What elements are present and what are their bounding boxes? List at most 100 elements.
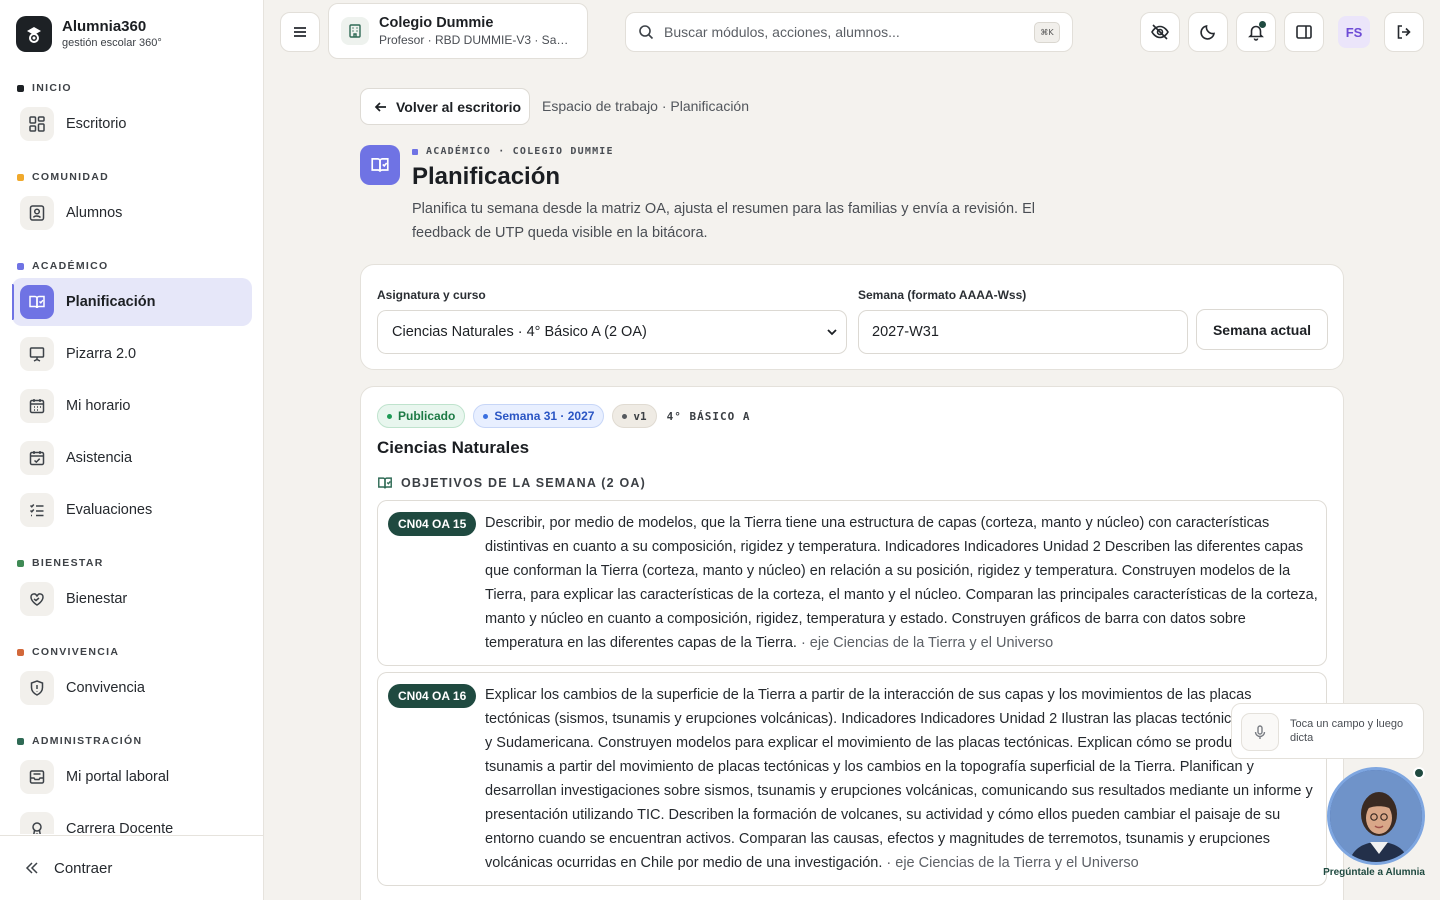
brand-tagline: gestión escolar 360° bbox=[62, 37, 162, 49]
user-avatar[interactable]: FS bbox=[1338, 16, 1370, 48]
sidebar-item-bienestar[interactable]: Bienestar bbox=[12, 575, 252, 623]
topbar: Colegio Dummie Profesor · RBD DUMMIE-V3 … bbox=[264, 0, 1440, 64]
award-icon bbox=[20, 812, 54, 834]
sidebar-panel-icon bbox=[1296, 25, 1312, 39]
shield-icon bbox=[20, 671, 54, 705]
status-label: Publicado bbox=[398, 409, 456, 423]
section-label: ACADÉMICO bbox=[32, 260, 109, 272]
brand-logo-icon bbox=[16, 16, 52, 52]
sidebar-item-label: Asistencia bbox=[66, 450, 133, 466]
objective-card[interactable]: CN04 OA 15 Describir, por medio de model… bbox=[377, 500, 1327, 666]
eyebrow-dot bbox=[412, 148, 418, 155]
sidebar-item-evaluaciones[interactable]: Evaluaciones bbox=[12, 486, 252, 534]
calendar-check-icon bbox=[20, 441, 54, 475]
objectives-heading-label: OBJETIVOS DE LA SEMANA (2 OA) bbox=[401, 476, 647, 490]
section-dot bbox=[17, 84, 24, 92]
search-input[interactable] bbox=[664, 24, 1024, 40]
sidebar-item-carrera-docente[interactable]: Carrera Docente bbox=[12, 805, 252, 834]
whiteboard-icon bbox=[20, 337, 54, 371]
assistant-label[interactable]: Pregúntale a Alumnia bbox=[1318, 867, 1430, 878]
sidebar-item-label: Pizarra 2.0 bbox=[66, 346, 137, 362]
section-dot bbox=[17, 173, 24, 181]
objective-description: Describir, por medio de modelos, que la … bbox=[485, 515, 1318, 651]
brand-name: Alumnia360 bbox=[62, 18, 147, 35]
version-label: v1 bbox=[633, 409, 647, 423]
sidebar-item-planificacion[interactable]: Planificación bbox=[12, 278, 252, 326]
sidebar-item-asistencia[interactable]: Asistencia bbox=[12, 434, 252, 482]
plan-badges: Publicado Semana 31 · 2027 v1 4° BÁSICO … bbox=[377, 404, 751, 428]
sidebar-item-convivencia[interactable]: Convivencia bbox=[12, 664, 252, 712]
subject-select[interactable]: Ciencias Naturales · 4° Básico A (2 OA) bbox=[377, 310, 847, 354]
objective-card[interactable]: CN04 OA 16 Explicar los cambios de la su… bbox=[377, 672, 1327, 886]
section-label: BIENESTAR bbox=[32, 557, 104, 569]
current-week-button[interactable]: Semana actual bbox=[1196, 309, 1328, 350]
sidebar-item-label: Alumnos bbox=[66, 205, 123, 221]
microphone-button[interactable] bbox=[1241, 713, 1279, 751]
sidebar-item-label: Mi portal laboral bbox=[66, 769, 170, 785]
chevrons-left-icon bbox=[25, 862, 38, 874]
privacy-toggle-button[interactable] bbox=[1140, 12, 1180, 52]
section-comunidad: COMUNIDAD bbox=[12, 167, 252, 187]
section-bienestar: BIENESTAR bbox=[12, 553, 252, 573]
search-icon bbox=[639, 25, 654, 40]
menu-button[interactable] bbox=[280, 12, 320, 52]
back-label: Volver al escritorio bbox=[396, 98, 522, 115]
school-switcher[interactable]: Colegio Dummie Profesor · RBD DUMMIE-V3 … bbox=[328, 3, 588, 59]
eye-off-icon bbox=[1151, 24, 1169, 40]
version-badge: v1 bbox=[612, 404, 657, 428]
oa-code-badge: CN04 OA 15 bbox=[388, 512, 477, 536]
assistant-portrait-icon bbox=[1330, 770, 1422, 862]
arrow-left-icon bbox=[374, 101, 386, 112]
microphone-icon bbox=[1254, 725, 1266, 739]
sidebar-item-escritorio[interactable]: Escritorio bbox=[12, 100, 252, 148]
sidebar-item-pizarra[interactable]: Pizarra 2.0 bbox=[12, 330, 252, 378]
assistant-avatar[interactable] bbox=[1327, 767, 1425, 865]
search-bar[interactable]: ⌘K bbox=[625, 12, 1073, 52]
section-label: COMUNIDAD bbox=[32, 171, 110, 183]
objective-text: Describir, por medio de modelos, que la … bbox=[485, 511, 1319, 655]
section-label: ADMINISTRACIÓN bbox=[32, 735, 143, 747]
sidebar-item-label: Carrera Docente bbox=[66, 821, 174, 834]
online-status-dot bbox=[1413, 767, 1425, 779]
objective-text: Explicar los cambios de la superficie de… bbox=[485, 683, 1319, 875]
notification-dot bbox=[1259, 21, 1266, 28]
sidebar-item-label: Escritorio bbox=[66, 116, 127, 132]
school-name: Colegio Dummie bbox=[379, 15, 494, 31]
back-to-desk-button[interactable]: Volver al escritorio bbox=[360, 88, 530, 125]
theme-toggle-button[interactable] bbox=[1188, 12, 1228, 52]
oa-code-badge: CN04 OA 16 bbox=[388, 684, 477, 708]
subject-title: Ciencias Naturales bbox=[377, 438, 530, 457]
book-check-icon bbox=[378, 477, 392, 489]
sidebar-item-label: Evaluaciones bbox=[66, 502, 153, 518]
collapse-sidebar-button[interactable]: Contraer bbox=[0, 835, 263, 900]
week-badge-label: Semana 31 · 2027 bbox=[494, 409, 595, 423]
checklist-icon bbox=[20, 493, 54, 527]
brand[interactable]: Alumnia360 gestión escolar 360° bbox=[16, 16, 162, 52]
objective-description: Explicar los cambios de la superficie de… bbox=[485, 687, 1313, 871]
week-input[interactable] bbox=[858, 310, 1188, 354]
sidebar-item-portal-laboral[interactable]: Mi portal laboral bbox=[12, 753, 252, 801]
filter-card: Asignatura y curso Ciencias Naturales · … bbox=[360, 264, 1344, 370]
sidebar-item-label: Planificación bbox=[66, 294, 156, 310]
objective-axis: · eje Ciencias de la Tierra y el Univers… bbox=[796, 635, 1054, 651]
section-dot bbox=[17, 648, 24, 656]
hamburger-icon bbox=[294, 27, 306, 37]
planning-icon bbox=[360, 145, 400, 185]
sidebar: Alumnia360 gestión escolar 360° INICIO E… bbox=[0, 0, 264, 900]
week-badge: Semana 31 · 2027 bbox=[473, 404, 605, 428]
school-subtitle: Profesor · RBD DUMMIE-V3 · Santiago bbox=[379, 33, 575, 47]
shortcut-hint: ⌘K bbox=[1034, 22, 1060, 43]
logout-button[interactable] bbox=[1384, 12, 1424, 52]
grade-label: 4° BÁSICO A bbox=[666, 409, 751, 423]
panel-toggle-button[interactable] bbox=[1284, 12, 1324, 52]
week-label: Semana (formato AAAA-Wss) bbox=[858, 288, 1027, 302]
objective-axis: · eje Ciencias de la Tierra y el Univers… bbox=[882, 855, 1139, 871]
sidebar-item-alumnos[interactable]: Alumnos bbox=[12, 189, 252, 237]
logout-icon bbox=[1397, 25, 1411, 39]
book-check-icon bbox=[20, 285, 54, 319]
chevron-down-icon bbox=[827, 329, 837, 336]
building-icon bbox=[341, 17, 369, 45]
sidebar-item-mi-horario[interactable]: Mi horario bbox=[12, 382, 252, 430]
section-convivencia: CONVIVENCIA bbox=[12, 642, 252, 662]
notifications-button[interactable] bbox=[1236, 12, 1276, 52]
